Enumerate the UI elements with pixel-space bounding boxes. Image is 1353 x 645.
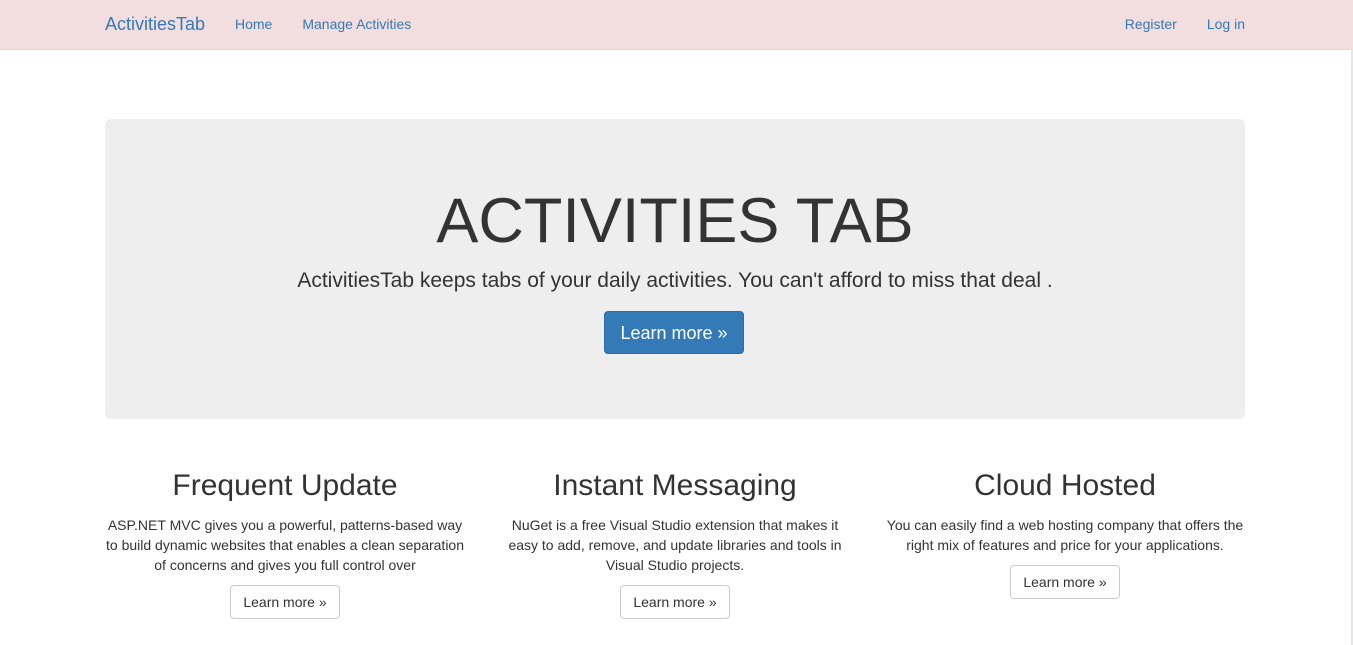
feature-heading: Cloud Hosted xyxy=(974,469,1156,502)
nav-link-login[interactable]: Log in xyxy=(1207,16,1245,32)
nav-item-login[interactable]: Log in xyxy=(1207,15,1245,33)
nav-left-menu: Home Manage Activities xyxy=(235,15,441,34)
feature-text: NuGet is a free Visual Studio extension … xyxy=(508,517,842,573)
feature-text: ASP.NET MVC gives you a powerful, patter… xyxy=(106,517,464,573)
jumbotron-lead: ActivitiesTab keeps tabs of your daily a… xyxy=(297,269,1053,292)
nav-link-register[interactable]: Register xyxy=(1125,16,1177,32)
jumbotron: ACTIVITIES TAB ActivitiesTab keeps tabs … xyxy=(105,119,1245,419)
nav-link-home[interactable]: Home xyxy=(235,16,272,32)
nav-item-manage-activities[interactable]: Manage Activities xyxy=(302,15,411,33)
learn-more-button[interactable]: Learn more » xyxy=(230,585,340,619)
feature-heading: Frequent Update xyxy=(172,469,398,502)
feature-column-instant-messaging: Instant Messaging NuGet is a free Visual… xyxy=(495,468,855,619)
nav-link-manage-activities[interactable]: Manage Activities xyxy=(302,16,411,32)
learn-more-button[interactable]: Learn more » xyxy=(1010,565,1120,599)
nav-item-register[interactable]: Register xyxy=(1125,15,1177,33)
jumbotron-title: ACTIVITIES TAB xyxy=(436,186,914,256)
nav-item-home[interactable]: Home xyxy=(235,15,272,33)
feature-column-frequent-update: Frequent Update ASP.NET MVC gives you a … xyxy=(105,468,465,619)
nav-right-menu: Register Log in xyxy=(1095,15,1245,34)
navbar-container: ActivitiesTab Home Manage Activities Regi… xyxy=(105,0,1245,49)
brand-link[interactable]: ActivitiesTab xyxy=(105,13,205,35)
navbar: ActivitiesTab Home Manage Activities Regi… xyxy=(0,0,1353,50)
feature-heading: Instant Messaging xyxy=(553,469,797,502)
feature-column-cloud-hosted: Cloud Hosted You can easily find a web h… xyxy=(885,468,1245,599)
feature-text: You can easily find a web hosting compan… xyxy=(886,517,1244,553)
learn-more-button[interactable]: Learn more » xyxy=(620,585,730,619)
learn-more-primary-button[interactable]: Learn more » xyxy=(604,311,744,354)
